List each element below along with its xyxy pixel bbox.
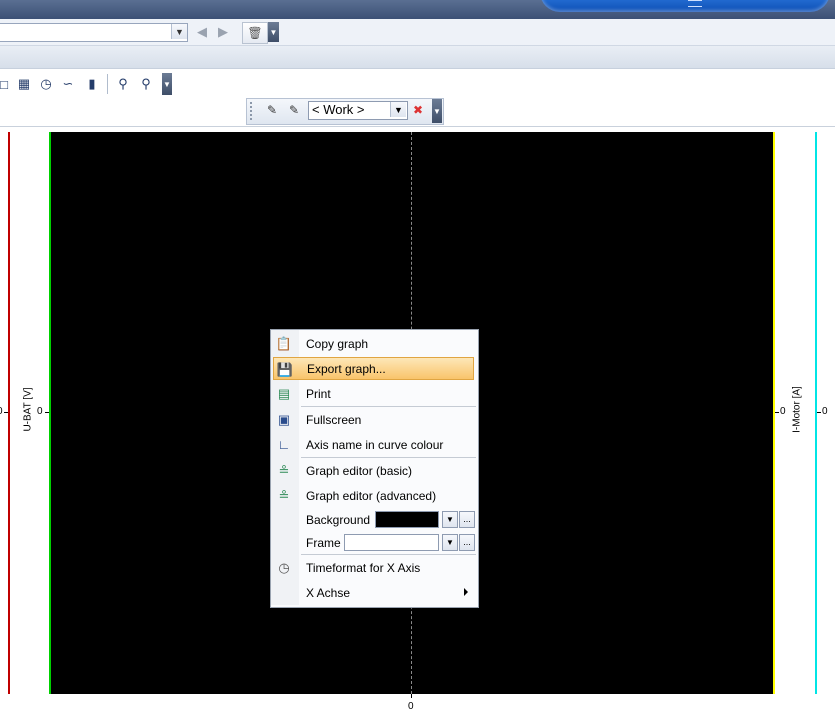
work-combo-value: < Work > — [312, 102, 365, 117]
timeformat-icon: ◷ — [278, 559, 290, 575]
menu-item-axis-name-colour[interactable]: ∟ Axis name in curve colour — [271, 433, 476, 456]
chevron-down-icon[interactable]: ▼ — [171, 24, 187, 39]
x-tick-mark — [411, 694, 412, 698]
menu-item-export-graph[interactable]: 💾 Export graph... — [273, 357, 474, 380]
frame-color-picker[interactable] — [344, 534, 439, 551]
i-motor-outer-axis — [815, 132, 817, 694]
menu-item-print[interactable]: ▤ Print — [271, 382, 476, 405]
fullscreen-icon: ▣ — [277, 411, 291, 427]
menu-item-timeformat[interactable]: ◷ Timeformat for X Axis — [271, 556, 476, 579]
trash-icon[interactable]: 🗑 — [242, 22, 268, 44]
window-control-button[interactable] — [540, 0, 830, 12]
menu-item-label: X Achse — [306, 586, 351, 600]
toolbar-overflow-button[interactable]: ▼ — [268, 22, 279, 42]
toolbar-separator — [107, 74, 108, 94]
background-color-picker[interactable] — [375, 511, 439, 528]
graph-frame-icon[interactable]: □ — [0, 74, 14, 94]
forward-arrow-icon[interactable]: ▶ — [214, 23, 232, 41]
back-arrow-icon[interactable]: ◀ — [193, 23, 211, 41]
toolbar-band — [0, 46, 835, 69]
menu-item-copy-graph[interactable]: 📋 Copy graph — [271, 332, 476, 355]
menu-item-label: Graph editor (advanced) — [306, 489, 437, 503]
graph-editor-basic-icon: ≗ — [278, 462, 290, 478]
frame-more-button[interactable]: ... — [459, 534, 475, 551]
toolbar-overflow-button[interactable]: ▼ — [432, 99, 442, 123]
menu-item-label: Timeformat for X Axis — [306, 561, 421, 575]
curve-icon[interactable]: ∽ — [58, 74, 78, 94]
address-combo[interactable] — [0, 23, 188, 42]
menu-item-label: Background — [306, 513, 371, 527]
background-more-button[interactable]: ... — [459, 511, 475, 528]
menu-item-label: Frame — [306, 536, 341, 550]
eraser-add-icon[interactable]: ✎ — [284, 101, 304, 119]
menu-item-label: Fullscreen — [306, 413, 362, 427]
menu-item-fullscreen[interactable]: ▣ Fullscreen — [271, 408, 476, 431]
window-control-icon — [688, 0, 702, 7]
copy-graph-icon: 📋 — [275, 335, 293, 351]
menu-separator — [301, 406, 476, 407]
i-motor-inner-axis — [773, 132, 775, 694]
menu-separator — [301, 554, 476, 555]
submenu-arrow-icon — [464, 588, 468, 596]
y-axis-label-right: I-Motor [A] — [791, 386, 803, 433]
y-axis-label-left: U-BAT [V] — [22, 387, 34, 432]
menu-item-label: Copy graph — [306, 337, 369, 351]
y-tick-mark — [775, 412, 779, 413]
eraser-undo-icon[interactable]: ✎ — [262, 101, 282, 119]
y-tick-label: 0 — [822, 406, 828, 417]
u-bat-outer-axis — [8, 132, 10, 694]
menu-item-label: Axis name in curve colour — [306, 438, 444, 452]
y-tick-label: 0 — [0, 406, 3, 417]
zoom-in-icon[interactable]: ⚲ — [113, 74, 133, 94]
chevron-down-icon[interactable]: ▼ — [442, 534, 458, 551]
y-tick-label: 0 — [37, 406, 43, 417]
menu-separator — [301, 457, 476, 458]
toolbar-grip[interactable] — [250, 102, 255, 120]
menu-item-graph-editor-basic[interactable]: ≗ Graph editor (basic) — [271, 459, 476, 482]
menu-item-x-achse[interactable]: X Achse — [271, 581, 476, 604]
timer-icon[interactable]: ◷ — [36, 74, 56, 94]
chevron-down-icon[interactable]: ▼ — [390, 102, 406, 117]
u-bat-inner-axis — [49, 132, 51, 694]
chevron-down-icon[interactable]: ▼ — [442, 511, 458, 528]
menu-item-label: Export graph... — [307, 362, 386, 376]
bar-graph-icon[interactable]: ▮ — [82, 74, 102, 94]
eraser-delete-icon[interactable]: ✖ — [408, 101, 428, 119]
menu-item-label: Print — [306, 387, 331, 401]
grid-table-icon[interactable]: ▦ — [14, 74, 34, 94]
divider — [0, 126, 835, 127]
y-tick-label: 0 — [780, 406, 786, 417]
menu-item-label: Graph editor (basic) — [306, 464, 413, 478]
export-graph-icon: 💾 — [276, 361, 294, 377]
menu-item-graph-editor-advanced[interactable]: ≗ Graph editor (advanced) — [271, 484, 476, 507]
zoom-out-icon[interactable]: ⚲ — [136, 74, 156, 94]
x-tick-label: 0 — [408, 701, 414, 712]
toolbar-overflow-button[interactable]: ▼ — [162, 73, 172, 95]
y-tick-mark — [4, 412, 8, 413]
y-tick-mark — [45, 412, 49, 413]
y-tick-mark — [817, 412, 821, 413]
graph-editor-advanced-icon: ≗ — [278, 487, 290, 503]
axis-colour-icon: ∟ — [277, 437, 291, 452]
print-icon: ▤ — [277, 385, 291, 401]
